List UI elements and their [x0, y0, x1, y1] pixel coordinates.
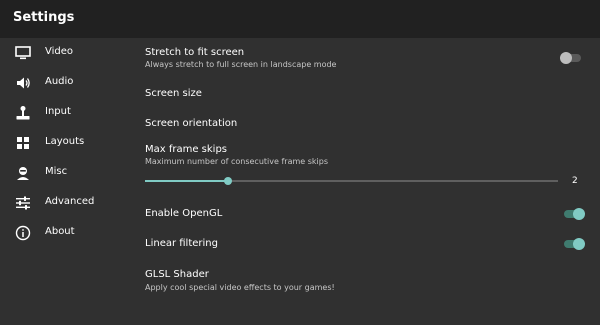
pref-title: Screen size	[145, 88, 202, 99]
grid-icon	[15, 135, 31, 151]
sidebar-item-label: About	[45, 226, 75, 237]
linear-filtering-toggle[interactable]	[563, 237, 585, 251]
person-icon	[15, 165, 31, 181]
sidebar-item-label: Audio	[45, 76, 74, 87]
frame-skips-slider[interactable]	[145, 176, 558, 186]
enable-opengl-preference[interactable]: Enable OpenGL	[130, 202, 600, 228]
joystick-icon	[15, 105, 31, 121]
sidebar-item-label: Input	[45, 106, 71, 117]
pref-title: Max frame skips	[145, 144, 228, 155]
sidebar-item-label: Advanced	[45, 196, 95, 207]
slider-fill	[145, 180, 228, 182]
settings-panel: Stretch to fit screen Always stretch to …	[130, 38, 600, 325]
pref-title: Screen orientation	[145, 118, 238, 129]
info-icon	[15, 225, 31, 241]
screen-orientation-preference[interactable]: Screen orientation	[130, 112, 600, 138]
sidebar: Video Audio Input Layouts Misc Advanced	[0, 38, 130, 325]
sidebar-item-misc[interactable]: Misc	[0, 158, 130, 188]
opengl-toggle[interactable]	[563, 207, 585, 221]
frame-skips-value: 2	[572, 176, 578, 186]
linear-filtering-preference[interactable]: Linear filtering	[130, 232, 600, 258]
page-title: Settings	[13, 10, 75, 25]
pref-title: GLSL Shader	[145, 269, 209, 280]
sidebar-item-video[interactable]: Video	[0, 38, 130, 68]
toggle-thumb	[573, 238, 585, 250]
sidebar-item-about[interactable]: About	[0, 218, 130, 248]
slider-thumb[interactable]	[223, 177, 232, 185]
pref-summary: Apply cool special video effects to your…	[145, 283, 335, 292]
toggle-thumb	[573, 208, 585, 220]
pref-title: Linear filtering	[145, 238, 218, 249]
speaker-icon	[15, 75, 31, 91]
sidebar-item-label: Misc	[45, 166, 68, 177]
screen-size-preference[interactable]: Screen size	[130, 82, 600, 108]
sidebar-item-label: Video	[45, 46, 74, 57]
sidebar-item-input[interactable]: Input	[0, 98, 130, 128]
stretch-toggle[interactable]	[560, 51, 582, 65]
tune-icon	[15, 195, 31, 211]
pref-title: Enable OpenGL	[145, 208, 223, 219]
toggle-thumb	[560, 52, 572, 64]
stretch-to-fit-preference[interactable]: Stretch to fit screen Always stretch to …	[130, 38, 600, 78]
monitor-icon	[15, 45, 31, 61]
pref-title: Stretch to fit screen	[145, 47, 245, 58]
sidebar-item-audio[interactable]: Audio	[0, 68, 130, 98]
app-bar: Settings	[0, 0, 600, 38]
glsl-shader-preference[interactable]: GLSL Shader Apply cool special video eff…	[130, 264, 600, 296]
sidebar-item-label: Layouts	[45, 136, 85, 147]
sidebar-item-layouts[interactable]: Layouts	[0, 128, 130, 158]
pref-summary: Always stretch to full screen in landsca…	[145, 60, 337, 69]
sidebar-item-advanced[interactable]: Advanced	[0, 188, 130, 218]
pref-summary: Maximum number of consecutive frame skip…	[145, 157, 328, 166]
